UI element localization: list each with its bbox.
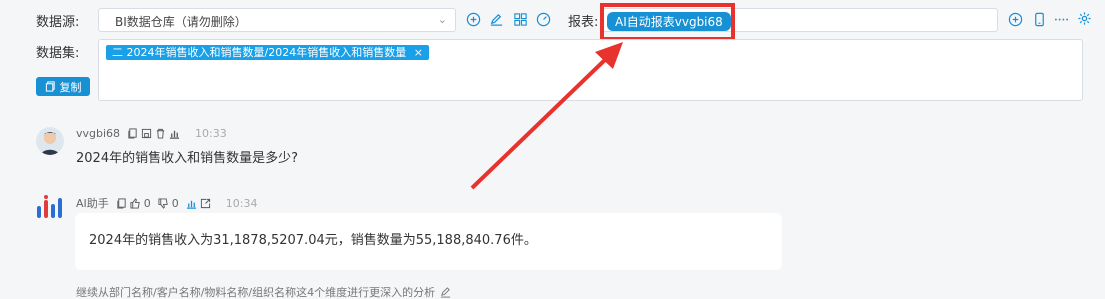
copy-icon[interactable] xyxy=(116,197,127,209)
chart-icon[interactable] xyxy=(169,128,180,139)
message-username: AI助手 xyxy=(76,197,109,210)
dislike-count: 0 xyxy=(171,196,179,210)
message-meta: AI助手 0 0 10:34 xyxy=(76,195,257,211)
ai-assistant-logo xyxy=(35,194,65,220)
chart-icon[interactable] xyxy=(186,198,197,209)
follow-up-hint[interactable]: 继续从部门名称/客户名称/物料名称/组织名称这4个维度进行更深入的分析 xyxy=(76,284,451,299)
message-time: 10:34 xyxy=(225,196,258,210)
edit-icon[interactable] xyxy=(440,286,451,298)
export-icon[interactable] xyxy=(200,198,211,209)
delete-icon[interactable] xyxy=(155,128,166,139)
thumbs-down-icon[interactable] xyxy=(158,197,169,209)
message-meta: vvgbi68 10:33 xyxy=(76,127,227,140)
copy-icon[interactable] xyxy=(127,128,138,139)
save-icon[interactable] xyxy=(141,128,152,139)
like-count: 0 xyxy=(143,196,151,210)
message-text: 2024年的销售收入为31,1878,5207.04元，销售数量为55,188,… xyxy=(89,233,537,248)
message-time: 10:33 xyxy=(195,127,227,140)
message-bubble: 2024年的销售收入为31,1878,5207.04元，销售数量为55,188,… xyxy=(75,213,782,270)
follow-up-hint-text: 继续从部门名称/客户名称/物料名称/组织名称这4个维度进行更深入的分析 xyxy=(76,286,436,299)
avatar xyxy=(36,127,64,155)
thumbs-up-icon[interactable] xyxy=(130,197,141,209)
message-text: 2024年的销售收入和销售数量是多少? xyxy=(76,151,298,166)
message-username: vvgbi68 xyxy=(76,127,121,140)
